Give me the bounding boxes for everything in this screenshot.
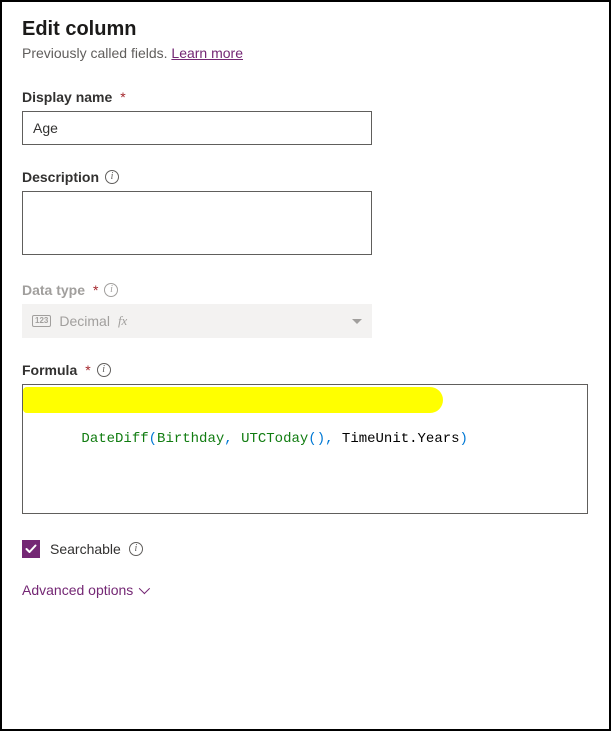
display-name-input[interactable] [22, 111, 372, 145]
data-type-selected-text: Decimal [59, 313, 110, 329]
formula-label-text: Formula [22, 362, 77, 378]
searchable-row: Searchable i [22, 540, 589, 558]
learn-more-link[interactable]: Learn more [171, 45, 243, 61]
formula-input[interactable]: DateDiff(Birthday, UTCToday(), TimeUnit.… [22, 384, 588, 514]
formula-group: Formula * i DateDiff(Birthday, UTCToday(… [22, 362, 589, 514]
data-type-label: Data type * i [22, 282, 589, 298]
description-label-text: Description [22, 169, 99, 185]
formula-token-fn: DateDiff [81, 431, 148, 447]
formula-label: Formula * i [22, 362, 589, 378]
edit-column-panel: Edit column Previously called fields. Le… [0, 0, 611, 731]
fx-icon: fx [118, 313, 127, 329]
data-type-value: 123 Decimal fx [32, 313, 127, 329]
formula-token-fn: UTCToday [241, 431, 308, 447]
advanced-options-label: Advanced options [22, 582, 133, 598]
searchable-label: Searchable i [50, 541, 143, 557]
description-group: Description i [22, 169, 589, 258]
required-asterisk: * [120, 89, 125, 105]
info-icon[interactable]: i [129, 542, 143, 556]
formula-token-comma: , [325, 431, 342, 447]
searchable-label-text: Searchable [50, 541, 121, 557]
required-asterisk: * [85, 362, 90, 378]
formula-token-paren: ) [317, 431, 325, 447]
subtitle-text: Previously called fields. [22, 45, 171, 61]
display-name-label-text: Display name [22, 89, 112, 105]
formula-token-comma: , [224, 431, 241, 447]
number-icon: 123 [32, 315, 51, 327]
info-icon[interactable]: i [97, 363, 111, 377]
description-label: Description i [22, 169, 589, 185]
formula-token-paren: ( [149, 431, 157, 447]
display-name-label: Display name * [22, 89, 589, 105]
required-asterisk: * [93, 282, 98, 298]
data-type-label-text: Data type [22, 282, 85, 298]
formula-token-paren: ) [460, 431, 468, 447]
highlight-annotation [23, 387, 443, 413]
data-type-group: Data type * i 123 Decimal fx [22, 282, 589, 338]
info-icon[interactable]: i [104, 283, 118, 297]
description-input[interactable] [22, 191, 372, 255]
chevron-down-icon [139, 583, 150, 594]
formula-text: DateDiff(Birthday, UTCToday(), TimeUnit.… [81, 431, 468, 447]
formula-token-id: Birthday [157, 431, 224, 447]
display-name-group: Display name * [22, 89, 589, 145]
searchable-checkbox[interactable] [22, 540, 40, 558]
advanced-options-toggle[interactable]: Advanced options [22, 582, 147, 598]
formula-token-paren: ( [308, 431, 316, 447]
page-subtitle: Previously called fields. Learn more [22, 45, 589, 61]
info-icon[interactable]: i [105, 170, 119, 184]
formula-token-member: TimeUnit.Years [342, 431, 460, 447]
page-title: Edit column [22, 18, 589, 41]
chevron-down-icon [352, 319, 362, 324]
data-type-select: 123 Decimal fx [22, 304, 372, 338]
checkmark-icon [25, 543, 37, 555]
